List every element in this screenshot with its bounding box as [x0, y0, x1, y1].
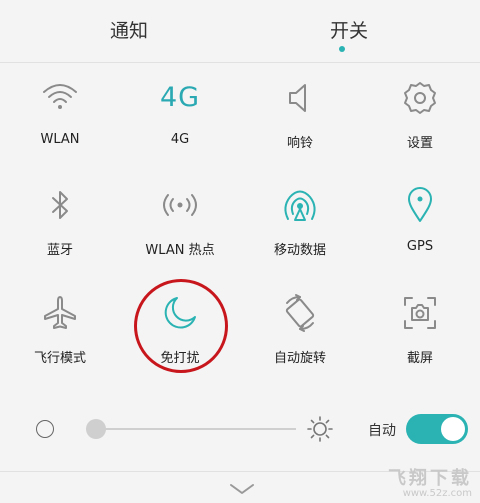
tile-label: GPS — [406, 239, 434, 254]
tile-settings[interactable]: 设置 — [360, 70, 480, 170]
toggle-knob — [441, 417, 465, 441]
brightness-slider-thumb[interactable] — [86, 419, 106, 439]
tile-label: 蓝牙 — [46, 243, 73, 258]
location-pin-icon — [400, 185, 440, 225]
tile-label: 4G — [170, 132, 190, 147]
tab-switches[interactable]: 开关 — [330, 16, 368, 43]
tile-ring[interactable]: 响铃 — [240, 70, 360, 170]
tile-mobile-data[interactable]: 移动数据 — [240, 177, 360, 277]
tile-bluetooth[interactable]: 蓝牙 — [0, 177, 120, 277]
brightness-row: 自动 — [0, 406, 480, 456]
brightness-slider[interactable] — [86, 419, 296, 439]
tile-label: 移动数据 — [273, 243, 326, 258]
tile-label: 响铃 — [286, 136, 313, 151]
tile-label: 飞行模式 — [33, 351, 86, 366]
watermark-main-text: 飞翔下载 — [388, 468, 472, 489]
tile-label: WLAN 热点 — [145, 243, 215, 258]
auto-brightness-toggle[interactable] — [406, 414, 468, 444]
tile-do-not-disturb[interactable]: 免打扰 — [120, 285, 240, 385]
brightness-high-icon — [306, 415, 334, 443]
tile-label: 截屏 — [406, 351, 433, 366]
tile-4g[interactable]: 4G 4G — [120, 70, 240, 170]
auto-brightness-label: 自动 — [368, 423, 396, 439]
wifi-icon — [40, 78, 80, 118]
tile-label: 设置 — [406, 136, 433, 151]
watermark: 飞翔下载 www.52z.com — [388, 464, 472, 499]
mobile-data-icon — [280, 185, 320, 225]
tab-notifications[interactable]: 通知 — [110, 16, 148, 43]
tile-airplane[interactable]: 飞行模式 — [0, 285, 120, 385]
hotspot-icon — [160, 185, 200, 225]
tile-hotspot[interactable]: WLAN 热点 — [120, 177, 240, 277]
tile-gps[interactable]: GPS — [360, 177, 480, 277]
collapse-chevron-icon[interactable] — [229, 481, 255, 495]
airplane-icon — [40, 293, 80, 333]
bluetooth-icon — [40, 185, 80, 225]
tab-bar: 通知 开关 — [0, 0, 480, 63]
rotate-icon — [280, 293, 320, 333]
tile-auto-rotate[interactable]: 自动旋转 — [240, 285, 360, 385]
camera-icon — [400, 293, 440, 333]
active-tab-indicator — [339, 46, 345, 52]
gear-icon — [400, 78, 440, 118]
4g-icon: 4G — [160, 82, 201, 113]
tile-label: 免打扰 — [160, 351, 200, 366]
speaker-icon — [280, 78, 320, 118]
tile-label: 自动旋转 — [273, 351, 326, 366]
brightness-low-icon — [36, 420, 54, 438]
moon-icon — [160, 293, 200, 333]
tile-wlan[interactable]: WLAN — [0, 70, 120, 170]
tile-screenshot[interactable]: 截屏 — [360, 285, 480, 385]
tile-label: WLAN — [40, 132, 80, 147]
